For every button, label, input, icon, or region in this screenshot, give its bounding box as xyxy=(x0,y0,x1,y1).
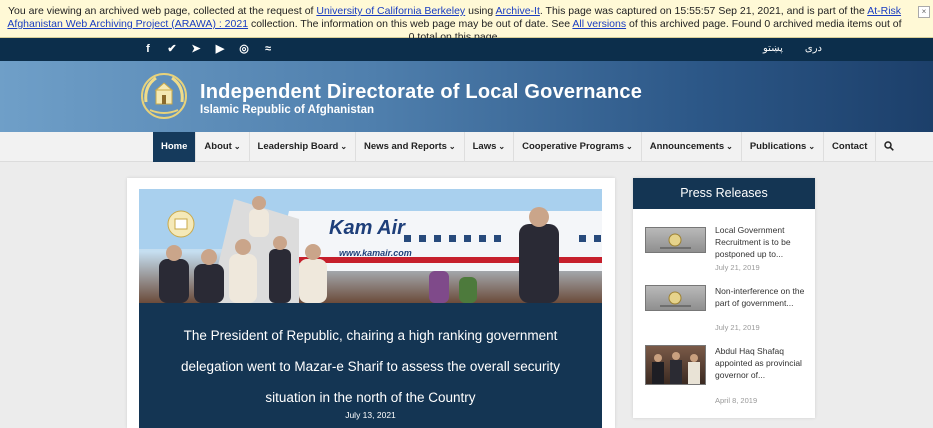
archive-link-archive-it[interactable]: Archive-It xyxy=(496,5,540,17)
archive-text: using xyxy=(465,5,496,17)
press-release-date: April 8, 2019 xyxy=(715,396,758,405)
chevron-down-icon: ⌄ xyxy=(233,142,241,151)
site-title[interactable]: Independent Directorate of Local Governa… xyxy=(200,81,642,104)
archive-text: collection. The information on this web … xyxy=(248,18,573,30)
emblem-thumbnail-icon xyxy=(660,233,691,249)
archive-banner: You are viewing an archived web page, co… xyxy=(0,0,933,43)
archive-link-all-versions[interactable]: All versions xyxy=(572,18,626,30)
nav-item-announcements[interactable]: Announcements ⌄ xyxy=(642,132,742,162)
instagram-icon[interactable]: ◎ xyxy=(232,42,256,57)
archive-text: You are viewing an archived web page, co… xyxy=(7,5,317,17)
site-subtitle: Islamic Republic of Afghanistan xyxy=(200,104,375,116)
chevron-down-icon: ⌄ xyxy=(448,142,456,151)
main-nav: Home About ⌄ Leadership Board ⌄ News and R… xyxy=(0,132,933,162)
telegram-icon[interactable]: ➤ xyxy=(184,42,208,57)
nav-item-contact[interactable]: Contact xyxy=(824,132,877,162)
featured-news-date: July 13, 2021 xyxy=(345,410,396,420)
press-release-thumbnail[interactable] xyxy=(645,227,706,253)
nav-item-label: Leadership Board xyxy=(257,141,339,152)
lang-pashto-link[interactable]: پښتو xyxy=(763,43,783,54)
press-release-date: July 21, 2019 xyxy=(715,323,760,332)
nav-item-cooperative-programs[interactable]: Cooperative Programs ⌄ xyxy=(514,132,642,162)
social-links: f ✔ ➤ ▶ ◎ ≈ xyxy=(136,42,280,57)
lang-dari-link[interactable]: دری xyxy=(805,43,822,54)
emblem-thumbnail-icon xyxy=(660,291,691,307)
nav-item-laws[interactable]: Laws ⌄ xyxy=(465,132,515,162)
language-switcher: پښتو دری xyxy=(763,43,822,54)
nav-item-label: About xyxy=(204,141,232,152)
press-release-title[interactable]: Non-interference on the part of governme… xyxy=(715,285,807,309)
nav-item-about[interactable]: About ⌄ xyxy=(196,132,250,162)
nav-item-label: Home xyxy=(161,141,188,152)
youtube-icon[interactable]: ▶ xyxy=(208,42,232,57)
archive-text: . This page was captured on 15:55:57 Sep… xyxy=(539,5,868,17)
chevron-down-icon: ⌄ xyxy=(626,142,633,151)
press-release-item[interactable]: Non-interference on the part of governme… xyxy=(645,285,810,335)
nav-item-label: Cooperative Programs xyxy=(522,141,624,152)
chevron-down-icon: ⌄ xyxy=(498,142,506,151)
nav-item-label: News and Reports xyxy=(364,141,447,152)
nav-item-home[interactable]: Home xyxy=(153,132,197,162)
afghanistan-emblem-icon[interactable] xyxy=(140,72,188,120)
chevron-down-icon: ⌄ xyxy=(726,142,733,151)
search-icon xyxy=(884,141,895,152)
search-icon[interactable] xyxy=(876,132,902,162)
press-release-title[interactable]: Local Government Recruitment is to be po… xyxy=(715,224,807,260)
press-release-thumbnail[interactable] xyxy=(645,345,706,385)
rss-icon[interactable]: ≈ xyxy=(256,42,280,57)
site-header: Independent Directorate of Local Governa… xyxy=(0,61,933,132)
press-release-item[interactable]: Abdul Haq Shafaq appointed as provincial… xyxy=(645,345,810,407)
press-release-date: July 21, 2019 xyxy=(715,263,760,272)
archive-link-university[interactable]: University of California Berkeley xyxy=(316,5,465,17)
photo-url-text: www.kamair.com xyxy=(339,248,412,258)
emblem-watermark-icon xyxy=(167,210,195,238)
press-release-item[interactable]: Local Government Recruitment is to be po… xyxy=(645,224,810,274)
people-photo-thumbnail xyxy=(652,352,700,384)
chevron-down-icon: ⌄ xyxy=(808,142,816,151)
nav-item-label: Publications xyxy=(749,141,807,152)
nav-item-news-and-reports[interactable]: News and Reports ⌄ xyxy=(356,132,465,162)
press-release-thumbnail[interactable] xyxy=(645,285,706,311)
social-bar: f ✔ ➤ ▶ ◎ ≈ پښتو دری xyxy=(0,38,933,61)
nav-item-publications[interactable]: Publications ⌄ xyxy=(742,132,825,162)
featured-news-headline[interactable]: The President of Republic, chairing a hi… xyxy=(139,320,602,413)
press-releases-heading: Press Releases xyxy=(633,178,815,209)
photo-airline-text: Kam Air xyxy=(329,217,406,239)
airplane-photo: Kam Air www.kamair.com xyxy=(139,189,602,303)
nav-item-leadership-board[interactable]: Leadership Board ⌄ xyxy=(250,132,357,162)
twitter-icon[interactable]: ✔ xyxy=(160,42,184,57)
nav-item-label: Laws xyxy=(472,141,497,152)
facebook-icon[interactable]: f xyxy=(136,42,160,57)
close-icon[interactable]: × xyxy=(918,6,930,18)
nav-item-label: Announcements xyxy=(649,141,725,152)
press-release-title[interactable]: Abdul Haq Shafaq appointed as provincial… xyxy=(715,345,807,381)
featured-news-caption[interactable]: The President of Republic, chairing a hi… xyxy=(139,303,602,428)
featured-news-image[interactable]: Kam Air www.kamair.com xyxy=(139,189,602,303)
chevron-down-icon: ⌄ xyxy=(340,142,348,151)
nav-item-label: Contact xyxy=(832,141,868,152)
